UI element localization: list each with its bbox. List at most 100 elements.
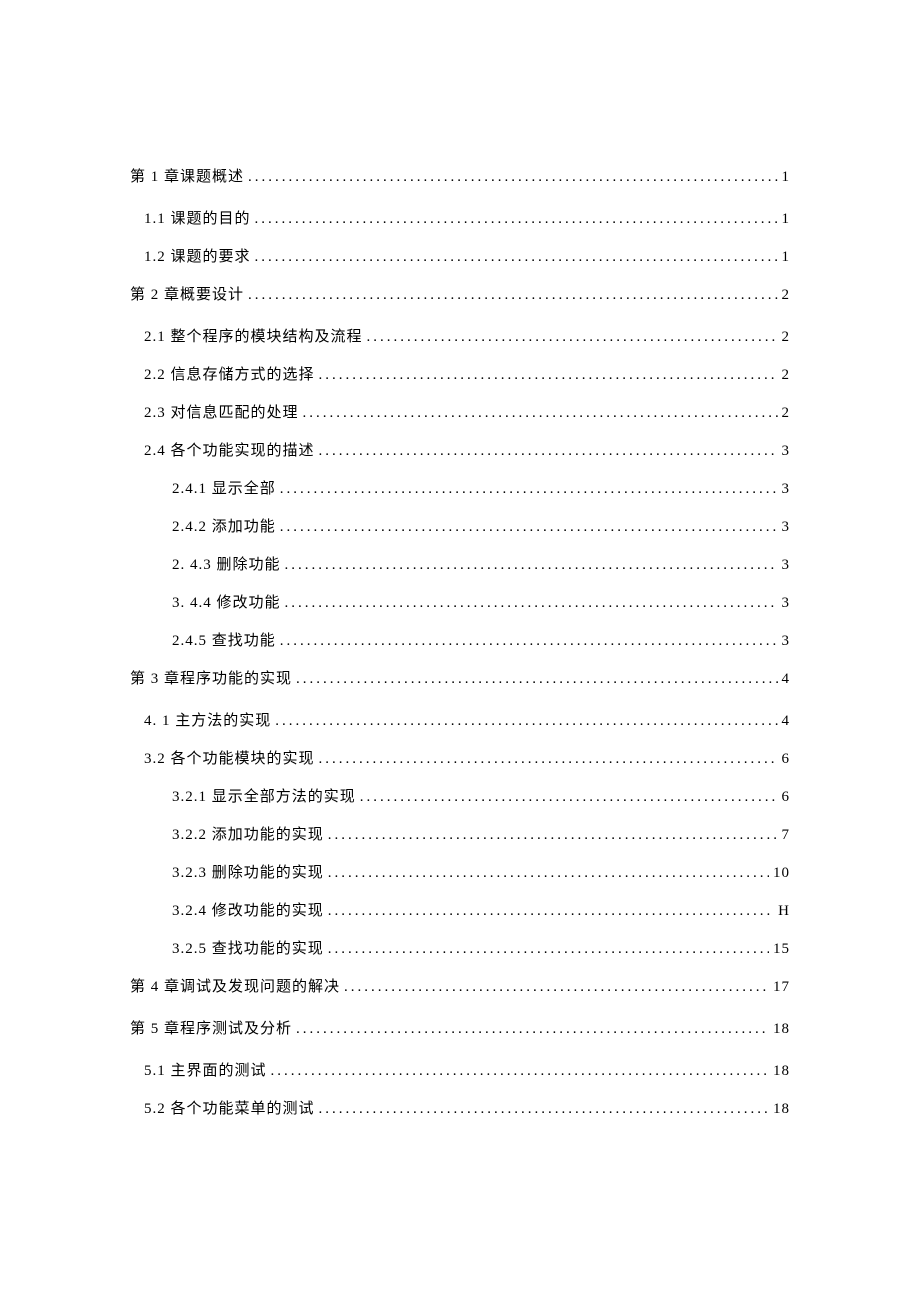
toc-dots: [344, 975, 769, 999]
toc-title: 第 2 章概要设计: [130, 283, 244, 307]
toc-title: 1.2 课题的要求: [144, 245, 251, 269]
toc-page: 18: [773, 1097, 790, 1121]
toc-dots: [328, 937, 769, 961]
toc-entry: 1.1 课题的目的 1: [144, 207, 790, 231]
toc-dots: [255, 245, 778, 269]
toc-dots: [280, 477, 778, 501]
toc-title: 3.2.5 查找功能的实现: [172, 937, 324, 961]
toc-title: 2.3 对信息匹配的处理: [144, 401, 299, 425]
toc-title: 3. 4.4 修改功能: [172, 591, 281, 615]
toc-title: 3.2.2 添加功能的实现: [172, 823, 324, 847]
toc-title: 2.4.1 显示全部: [172, 477, 276, 501]
toc-entry: 2.2 信息存储方式的选择 2: [144, 363, 790, 387]
toc-dots: [303, 401, 778, 425]
toc-dots: [248, 165, 777, 189]
toc-dots: [319, 1097, 769, 1121]
toc-page: 3: [782, 439, 791, 463]
toc-dots: [319, 363, 778, 387]
toc-dots: [255, 207, 778, 231]
toc-entry: 3.2.1 显示全部方法的实现 6: [172, 785, 790, 809]
toc-entry: 2.1 整个程序的模块结构及流程 2: [144, 325, 790, 349]
toc-title: 2.2 信息存储方式的选择: [144, 363, 315, 387]
toc-page: 18: [773, 1017, 790, 1041]
toc-entry: 第 1 章课题概述 1: [130, 165, 790, 189]
toc-title: 3.2.3 删除功能的实现: [172, 861, 324, 885]
toc-entry: 2. 4.3 删除功能 3: [172, 553, 790, 577]
toc-title: 4. 1 主方法的实现: [144, 709, 271, 733]
toc-page: 3: [782, 515, 791, 539]
toc-title: 第 3 章程序功能的实现: [130, 667, 292, 691]
toc-dots: [296, 667, 777, 691]
toc-title: 第 1 章课题概述: [130, 165, 244, 189]
toc-page: 3: [782, 477, 791, 501]
toc-entry: 2.4.5 查找功能 3: [172, 629, 790, 653]
toc-page: 17: [773, 975, 790, 999]
toc-entry: 4. 1 主方法的实现 4: [144, 709, 790, 733]
toc-dots: [319, 747, 778, 771]
toc-title: 第 4 章调试及发现问题的解决: [130, 975, 340, 999]
toc-dots: [248, 283, 777, 307]
toc-dots: [328, 861, 769, 885]
toc-page: 10: [773, 861, 790, 885]
toc-page: 3: [782, 553, 791, 577]
toc-page: 3: [782, 629, 791, 653]
toc-entry: 3.2 各个功能模块的实现 6: [144, 747, 790, 771]
toc-entry: 3.2.5 查找功能的实现 15: [172, 937, 790, 961]
toc-title: 2.4.5 查找功能: [172, 629, 276, 653]
toc-page: 1: [782, 245, 791, 269]
toc-dots: [285, 553, 778, 577]
toc-dots: [271, 1059, 769, 1083]
toc-entry: 5.1 主界面的测试 18: [144, 1059, 790, 1083]
toc-title: 1.1 课题的目的: [144, 207, 251, 231]
toc-page: 18: [773, 1059, 790, 1083]
toc-page: 6: [782, 785, 791, 809]
table-of-contents: 第 1 章课题概述 1 1.1 课题的目的 1 1.2 课题的要求 1 第 2 章概要…: [130, 165, 790, 1121]
toc-entry: 第 2 章概要设计 2: [130, 283, 790, 307]
toc-entry: 2.4 各个功能实现的描述 3: [144, 439, 790, 463]
toc-entry: 2.4.1 显示全部 3: [172, 477, 790, 501]
toc-title: 2.4 各个功能实现的描述: [144, 439, 315, 463]
toc-dots: [296, 1017, 769, 1041]
toc-entry: 第 4 章调试及发现问题的解决 17: [130, 975, 790, 999]
toc-entry: 第 3 章程序功能的实现 4: [130, 667, 790, 691]
toc-title: 3.2 各个功能模块的实现: [144, 747, 315, 771]
toc-page: 15: [773, 937, 790, 961]
toc-entry: 2.4.2 添加功能 3: [172, 515, 790, 539]
toc-page: 2: [782, 325, 791, 349]
toc-title: 2.4.2 添加功能: [172, 515, 276, 539]
toc-title: 2. 4.3 删除功能: [172, 553, 281, 577]
toc-page: 4: [782, 709, 791, 733]
toc-page: 7: [782, 823, 791, 847]
toc-dots: [367, 325, 778, 349]
toc-page: 1: [782, 165, 791, 189]
toc-entry: 3.2.3 删除功能的实现 10: [172, 861, 790, 885]
toc-page: 1: [782, 207, 791, 231]
toc-entry: 1.2 课题的要求 1: [144, 245, 790, 269]
toc-dots: [328, 823, 778, 847]
toc-page: 2: [782, 283, 791, 307]
toc-entry: 3.2.4 修改功能的实现 H: [172, 899, 790, 923]
toc-dots: [319, 439, 778, 463]
toc-title: 第 5 章程序测试及分析: [130, 1017, 292, 1041]
toc-entry: 5.2 各个功能菜单的测试 18: [144, 1097, 790, 1121]
toc-dots: [280, 515, 778, 539]
toc-entry: 3. 4.4 修改功能 3: [172, 591, 790, 615]
toc-dots: [360, 785, 778, 809]
toc-dots: [275, 709, 777, 733]
toc-title: 3.2.4 修改功能的实现: [172, 899, 324, 923]
toc-page: 2: [782, 363, 791, 387]
toc-page: 3: [782, 591, 791, 615]
toc-page: 2: [782, 401, 791, 425]
toc-dots: [328, 899, 774, 923]
toc-page: H: [778, 899, 790, 923]
toc-page: 6: [782, 747, 791, 771]
toc-entry: 第 5 章程序测试及分析 18: [130, 1017, 790, 1041]
toc-page: 4: [782, 667, 791, 691]
toc-dots: [280, 629, 778, 653]
toc-entry: 3.2.2 添加功能的实现 7: [172, 823, 790, 847]
toc-dots: [285, 591, 778, 615]
toc-title: 3.2.1 显示全部方法的实现: [172, 785, 356, 809]
toc-title: 2.1 整个程序的模块结构及流程: [144, 325, 363, 349]
toc-title: 5.2 各个功能菜单的测试: [144, 1097, 315, 1121]
toc-title: 5.1 主界面的测试: [144, 1059, 267, 1083]
